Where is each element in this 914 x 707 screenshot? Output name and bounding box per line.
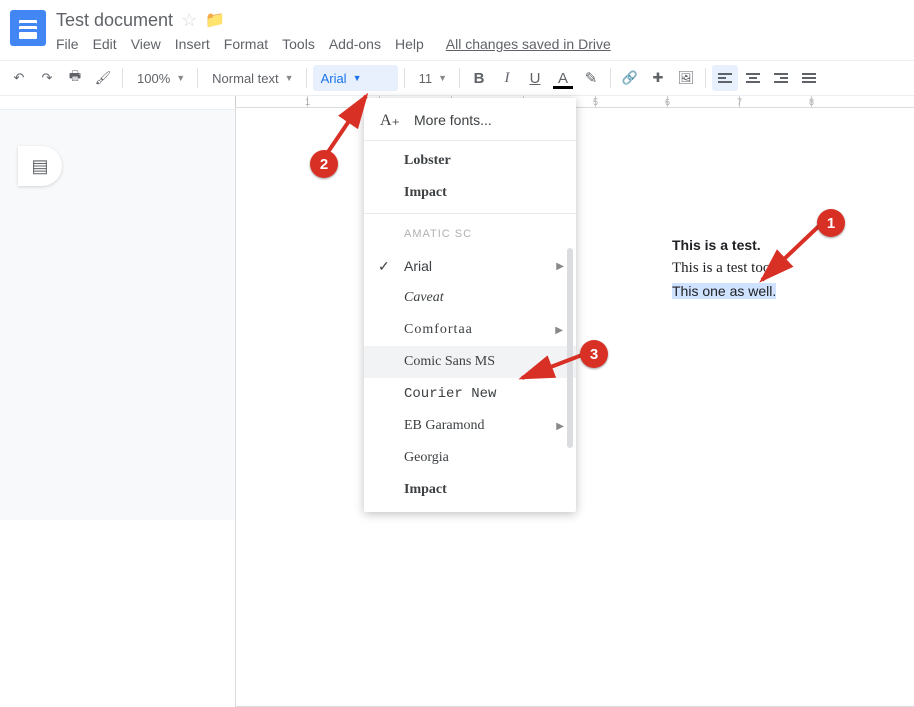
annotation-badge-3: 3	[580, 340, 608, 368]
annotation-badge-1: 1	[817, 209, 845, 237]
annotation-badge-2: 2	[310, 150, 338, 178]
annotation-arrows	[0, 0, 914, 520]
